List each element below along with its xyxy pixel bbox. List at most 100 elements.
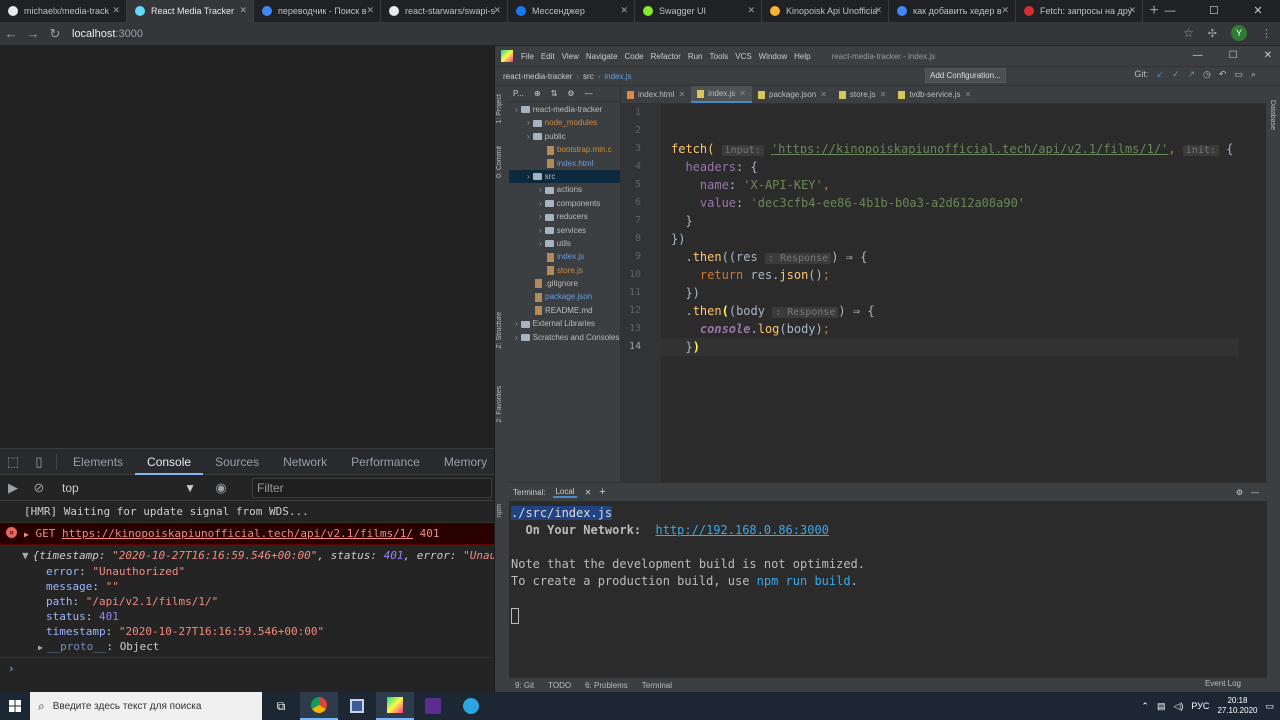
database-tab[interactable]: Database <box>1269 100 1276 130</box>
menu-window[interactable]: Window <box>759 52 787 61</box>
side-tab[interactable]: Z: Structure <box>496 312 503 349</box>
editor-tab-close-icon[interactable]: ✕ <box>820 86 827 104</box>
side-tab[interactable]: 1: Project <box>496 94 503 124</box>
settings-gear-icon[interactable]: ⚙ <box>567 89 574 98</box>
editor-tab-close-icon[interactable]: ✕ <box>880 86 887 104</box>
back-icon[interactable]: ← <box>0 26 22 41</box>
menu-vcs[interactable]: VCS <box>735 52 751 61</box>
notifications-icon[interactable]: ▭ <box>1265 701 1274 712</box>
keyboard-lang[interactable]: РУС <box>1191 701 1209 711</box>
chevron-icon[interactable]: › <box>539 212 542 221</box>
vscode-app-icon[interactable] <box>414 692 452 720</box>
tab-close-icon[interactable]: ✕ <box>1128 5 1136 16</box>
tree-item[interactable]: › reducers <box>509 210 620 223</box>
tree-item[interactable]: › Scratches and Consoles <box>509 331 620 344</box>
chevron-icon[interactable]: › <box>515 319 518 328</box>
chevron-icon[interactable]: › <box>539 199 542 208</box>
ide-maximize-icon[interactable]: ☐ <box>1229 50 1238 61</box>
tree-item[interactable]: › src <box>509 169 620 184</box>
menu-refactor[interactable]: Refactor <box>651 52 681 61</box>
devtools-tab-sources[interactable]: Sources <box>203 449 271 475</box>
tree-item[interactable]: .gitignore <box>509 277 620 290</box>
new-terminal-icon[interactable]: + <box>599 486 605 498</box>
tree-item[interactable]: › public <box>509 130 620 143</box>
side-tab[interactable]: npm <box>496 504 503 518</box>
bottom-tab[interactable]: 9: Git <box>515 681 534 690</box>
menu-view[interactable]: View <box>562 52 579 61</box>
breadcrumb-project[interactable]: react-media-tracker <box>503 72 572 81</box>
editor-tab[interactable]: store.js ✕ <box>833 86 893 103</box>
menu-run[interactable]: Run <box>688 52 703 61</box>
hide-icon[interactable]: — <box>585 89 593 98</box>
browser-tab[interactable]: Fetch: запросы на дру ✕ <box>1016 0 1143 22</box>
side-tab[interactable]: 0: Commit <box>496 146 503 178</box>
browser-tab[interactable]: переводчик - Поиск в ✕ <box>254 0 381 22</box>
menu-dots-icon[interactable]: ⋮ <box>1261 27 1272 40</box>
menu-help[interactable]: Help <box>794 52 810 61</box>
editor-tab-close-icon[interactable]: ✕ <box>739 85 746 103</box>
tab-close-icon[interactable]: ✕ <box>112 5 120 16</box>
save-app-icon[interactable] <box>338 692 376 720</box>
windows-start-icon[interactable] <box>0 692 30 720</box>
task-view-icon[interactable]: ⧉ <box>262 692 300 720</box>
browser-tab[interactable]: React Media Tracker ✕ <box>127 0 254 22</box>
terminal-hide-icon[interactable]: — <box>1251 488 1259 497</box>
globe-icon[interactable]: ⊕ <box>534 89 541 98</box>
chevron-icon[interactable]: › <box>539 239 542 248</box>
volume-icon[interactable]: ◁) <box>1173 701 1183 712</box>
bottom-tab[interactable]: TODO <box>548 681 571 690</box>
editor-tab-close-icon[interactable]: ✕ <box>678 86 685 104</box>
tree-item[interactable]: › node_modules <box>509 116 620 129</box>
tab-close-icon[interactable]: ✕ <box>747 5 755 16</box>
project-selector[interactable]: P... <box>513 89 524 98</box>
chevron-icon[interactable]: › <box>515 333 518 342</box>
tab-close-icon[interactable]: ✕ <box>493 5 501 16</box>
editor-tab-close-icon[interactable]: ✕ <box>964 86 971 104</box>
terminal-output[interactable]: ./src/index.js On Your Network: http://1… <box>509 501 1267 628</box>
browser-tab[interactable]: react-starwars/swapi-s ✕ <box>381 0 508 22</box>
forward-icon[interactable]: → <box>22 26 44 41</box>
editor-tab[interactable]: index.js ✕ <box>691 86 752 103</box>
menu-navigate[interactable]: Navigate <box>586 52 618 61</box>
chevron-icon[interactable]: › <box>539 185 542 194</box>
terminal-session-tab[interactable]: Local <box>553 487 577 498</box>
eye-icon[interactable]: ◉ <box>208 480 234 496</box>
event-log-button[interactable]: Event Log <box>1205 679 1241 688</box>
tab-close-icon[interactable]: ✕ <box>1001 5 1009 16</box>
chevron-icon[interactable]: › <box>527 172 530 181</box>
tree-item[interactable]: › services <box>509 224 620 237</box>
collapse-icon[interactable]: ⇅ <box>551 89 558 98</box>
devtools-tab-console[interactable]: Console <box>135 449 204 475</box>
chevron-icon[interactable]: › <box>527 118 530 127</box>
network-icon[interactable]: ▤ <box>1157 701 1166 712</box>
history-icon[interactable]: ◷ <box>1203 69 1211 80</box>
push-icon[interactable]: ↗ <box>1187 69 1195 80</box>
update-icon[interactable]: ↙ <box>1156 69 1164 80</box>
rollback-icon[interactable]: ↶ <box>1219 69 1227 80</box>
chevron-icon[interactable]: › <box>539 226 542 235</box>
tree-item[interactable]: index.js <box>509 250 620 263</box>
reload-icon[interactable]: ↻ <box>44 26 66 42</box>
bottom-tab[interactable]: Terminal <box>642 681 672 690</box>
context-select[interactable]: top ▼ <box>56 481 196 495</box>
filter-input[interactable]: Filter <box>252 477 492 498</box>
ide-minimize-icon[interactable]: — <box>1193 50 1203 61</box>
sidebar-toggle-icon[interactable]: ▶ <box>0 480 26 496</box>
error-url-link[interactable]: https://kinopoiskapiunofficial.tech/api/… <box>62 527 413 540</box>
add-configuration-button[interactable]: Add Configuration... <box>925 68 1006 83</box>
devtools-tab-elements[interactable]: Elements <box>61 449 135 475</box>
device-toggle-icon[interactable]: ▯ <box>26 454 52 470</box>
tray-chevron-icon[interactable]: ⌃ <box>1141 701 1149 712</box>
avatar[interactable]: Y <box>1231 25 1247 41</box>
browser-tab[interactable]: michaelx/media-track ✕ <box>0 0 127 22</box>
tree-item[interactable]: › components <box>509 197 620 210</box>
tab-close-icon[interactable]: ✕ <box>239 5 247 16</box>
tree-item[interactable]: package.json <box>509 290 620 303</box>
devtools-tab-network[interactable]: Network <box>271 449 339 475</box>
editor-tab[interactable]: tvdb-service.js ✕ <box>892 86 977 103</box>
tree-item[interactable]: › utils <box>509 237 620 250</box>
menu-tools[interactable]: Tools <box>710 52 729 61</box>
telegram-app-icon[interactable] <box>452 692 490 720</box>
devtools-tab-memory[interactable]: Memory <box>432 449 499 475</box>
breadcrumb-folder[interactable]: src <box>583 72 594 81</box>
